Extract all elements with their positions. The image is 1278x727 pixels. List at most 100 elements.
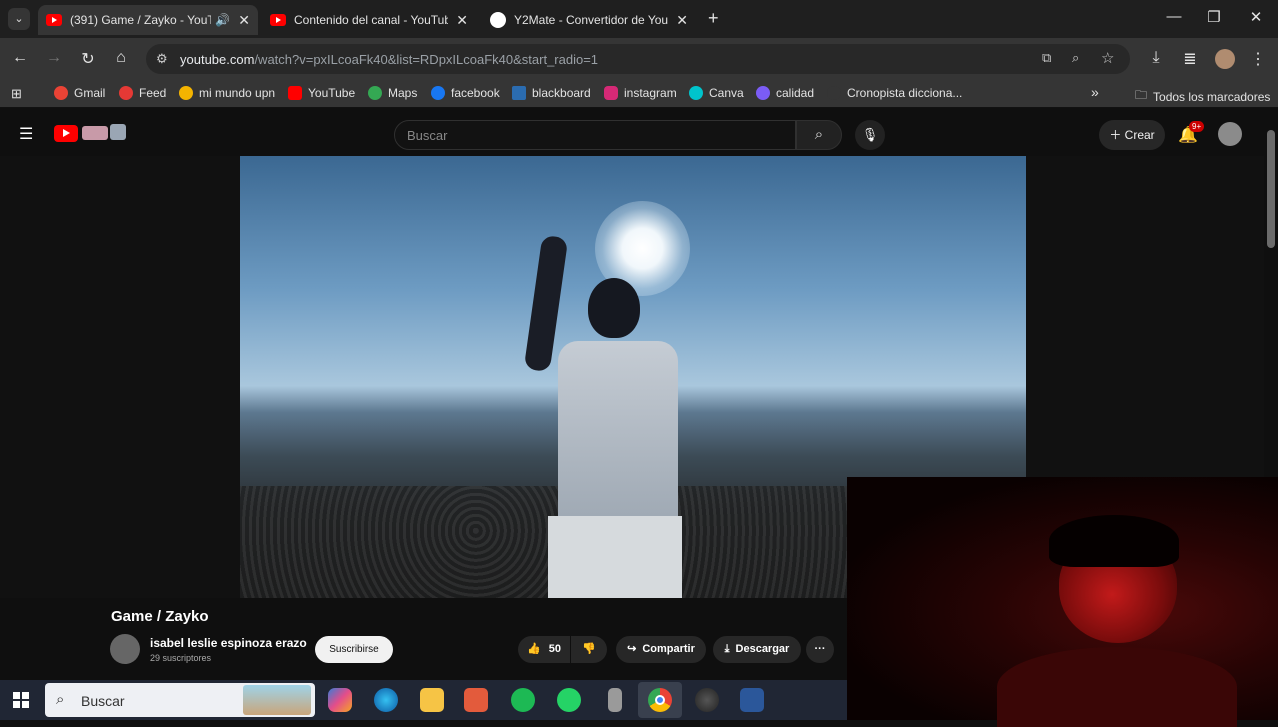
subscriber-count: 29 suscriptores (150, 653, 212, 663)
notification-badge: 9+ (1189, 121, 1205, 132)
search-button[interactable]: ⌕ (796, 120, 842, 150)
windows-start-icon[interactable] (13, 692, 29, 708)
menu-kebab-icon[interactable]: ⋮ (1248, 49, 1268, 69)
whatsapp-icon[interactable] (557, 688, 581, 712)
bookmark-label: Cronopista diccionа... (847, 86, 963, 100)
profile-avatar[interactable] (1215, 49, 1235, 69)
copilot-icon[interactable] (328, 688, 352, 712)
page-scrollbar[interactable] (1264, 108, 1278, 477)
thumbs-up-icon: 👍 (527, 643, 541, 655)
tab-game-zayko[interactable]: (391) Game / Zayko - YouTu 🔊 ✕ (38, 5, 258, 35)
bookmark-label: calidad (776, 86, 815, 100)
home-icon[interactable]: ⌂ (111, 49, 131, 67)
create-label: Crear (1124, 128, 1155, 142)
like-button[interactable]: 👍 50 (518, 636, 570, 663)
edge-icon[interactable] (374, 688, 398, 712)
taskbar-search-input[interactable]: ⌕ Buscar (45, 683, 315, 717)
close-window-icon[interactable]: ✕ (1246, 8, 1266, 26)
doodle-house-icon[interactable] (82, 126, 108, 140)
download-button[interactable]: ⤓ Descargar (713, 636, 801, 663)
bookmark-instagram[interactable]: instagram (604, 86, 677, 100)
url-host: youtube.com (180, 52, 255, 67)
chrome-taskbar-active[interactable] (638, 682, 682, 718)
account-avatar[interactable] (1218, 122, 1242, 146)
bookmark-calidad[interactable]: calidad (756, 86, 814, 100)
channel-name[interactable]: isabel leslie espinoza erazo (150, 636, 307, 650)
youtube-icon (288, 86, 302, 100)
dislike-button[interactable]: 👎 (571, 636, 607, 663)
apps-grid-icon[interactable]: ⊞ (11, 86, 22, 102)
download-icon[interactable]: ⤓ (1146, 49, 1166, 67)
browser-tab-strip: ⌄ (391) Game / Zayko - YouTu 🔊 ✕ Conteni… (0, 0, 1278, 38)
more-actions-button[interactable]: ··· (806, 636, 834, 663)
channel-avatar[interactable] (110, 634, 140, 664)
share-button[interactable]: ↪ Compartir (616, 636, 706, 663)
close-tab-icon[interactable]: ✕ (238, 12, 250, 29)
tab-search-icon[interactable]: ⌄ (8, 8, 30, 30)
bookmarks-bar: ⊞ Gmail Feed mi mundo upn YouTube Maps f… (0, 80, 1278, 108)
video-title: Game / Zayko (111, 608, 209, 625)
url-path: /watch?v=pxILcoaFk40&list=RDpxILcoaFk40&… (254, 52, 599, 67)
obs-icon[interactable] (695, 688, 719, 712)
all-bookmarks-label: Todos los marcadores (1153, 89, 1271, 104)
word-icon[interactable] (740, 688, 764, 712)
blackboard-icon (512, 86, 526, 100)
browser-toolbar: ← → ↻ ⌂ ⚙ youtube.com/watch?v=pxILcoaFk4… (0, 38, 1278, 80)
speaker-icon[interactable]: 🔊 (215, 13, 230, 27)
close-tab-icon[interactable]: ✕ (456, 12, 468, 29)
install-app-icon[interactable]: ⧉ (1042, 50, 1051, 66)
forward-icon[interactable]: → (44, 49, 64, 67)
media-player-icon[interactable] (464, 688, 488, 712)
address-bar[interactable]: ⚙ youtube.com/watch?v=pxILcoaFk40&list=R… (146, 44, 1130, 74)
url-text[interactable]: youtube.com/watch?v=pxILcoaFk40&list=RDp… (180, 52, 598, 67)
bookmark-label: Canva (709, 86, 744, 100)
doodle-mailbox-icon[interactable] (110, 124, 126, 140)
tab-y2mate[interactable]: Y2Mate - Convertidor de YouTu ✕ (482, 5, 696, 35)
download-icon: ⤓ (724, 643, 730, 655)
share-icon: ↪ (627, 643, 637, 655)
bookmark-gmail[interactable]: Gmail (54, 86, 105, 100)
tab-title: (391) Game / Zayko - YouTu (70, 13, 212, 27)
restore-icon[interactable]: ❐ (1204, 8, 1224, 26)
bookmark-facebook[interactable]: facebook (431, 86, 500, 100)
new-tab-button[interactable]: + (708, 8, 719, 29)
bookmark-mi-mundo-upn[interactable]: mi mundo upn (179, 86, 275, 100)
hamburger-menu-icon[interactable]: ☰ (19, 124, 33, 144)
bookmark-label: mi mundo upn (199, 86, 276, 100)
bookmark-feed[interactable]: Feed (119, 86, 166, 100)
calidad-icon (756, 86, 770, 100)
bookmark-youtube[interactable]: YouTube (288, 86, 355, 100)
tab-contenido-canal[interactable]: Contenido del canal - YouTube ✕ (262, 5, 476, 35)
file-explorer-icon[interactable] (420, 688, 444, 712)
video-frame-legs (548, 516, 682, 598)
media-control-icon[interactable]: ≣ (1180, 49, 1200, 69)
minimize-icon[interactable]: — (1164, 8, 1184, 25)
youtube-logo-icon[interactable] (54, 125, 78, 142)
create-button[interactable]: ＋ Crear (1099, 120, 1165, 150)
bookmark-star-icon[interactable]: ☆ (1101, 49, 1114, 67)
search-input[interactable]: Buscar (394, 120, 796, 150)
spotify-icon[interactable] (511, 688, 535, 712)
bookmark-canva[interactable]: Canva (689, 86, 744, 100)
all-bookmarks-folder[interactable]: 🗀 Todos los marcadores (1135, 86, 1270, 107)
video-info: Game / Zayko isabel leslie espinoza eraz… (0, 598, 848, 680)
zoom-icon[interactable]: ⌕ (1072, 50, 1079, 66)
bookmark-maps[interactable]: Maps (368, 86, 417, 100)
download-label: Descargar (735, 643, 790, 655)
scrollbar-thumb[interactable] (1267, 130, 1275, 248)
canva-icon (689, 86, 703, 100)
voice-search-button[interactable]: 🎙 (855, 120, 885, 150)
plus-icon: ＋ (1109, 128, 1125, 142)
usb-drive-icon[interactable] (608, 688, 622, 712)
bookmarks-overflow-icon[interactable]: » (1091, 84, 1099, 100)
reload-icon[interactable]: ↻ (78, 49, 98, 69)
bookmark-blackboard[interactable]: blackboard (512, 86, 591, 100)
site-info-icon[interactable]: ⚙ (156, 51, 168, 67)
bookmark-cronopista[interactable]: Cronopista diccionа... (827, 86, 962, 100)
thumbs-down-icon: 👎 (582, 643, 596, 655)
subscribe-button[interactable]: Suscribirse (315, 636, 393, 663)
instagram-icon (604, 86, 618, 100)
back-icon[interactable]: ← (10, 49, 30, 67)
upn-icon (179, 86, 193, 100)
close-tab-icon[interactable]: ✕ (676, 12, 688, 29)
